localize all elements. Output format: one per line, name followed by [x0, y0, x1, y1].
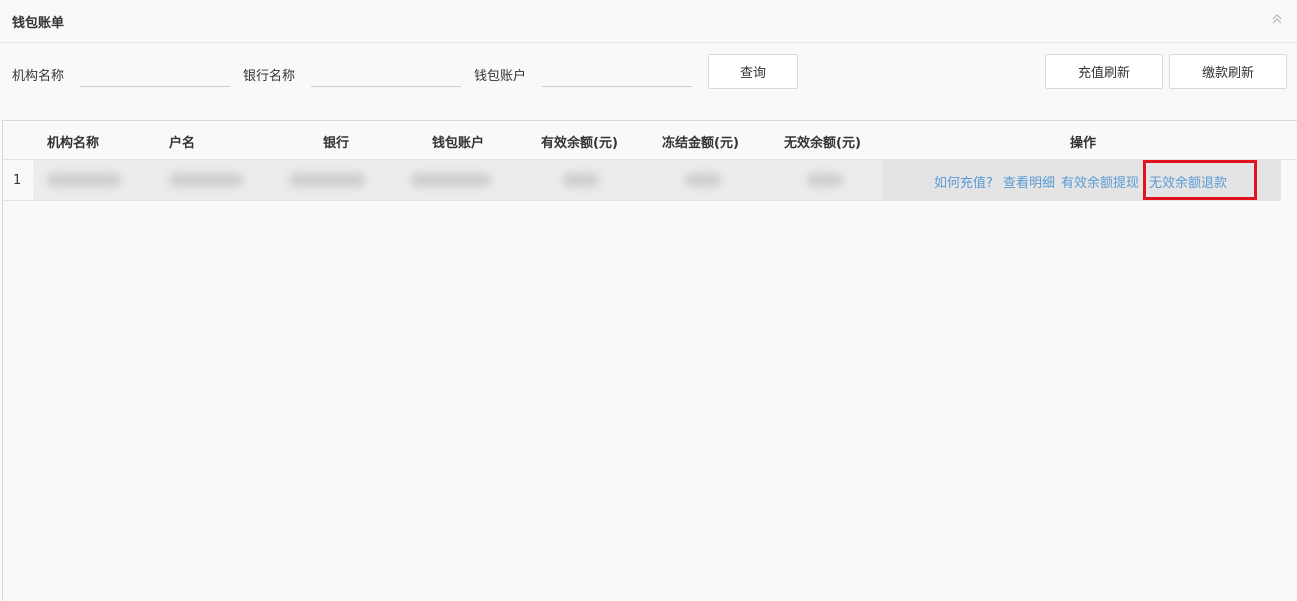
blurred-valid-balance — [563, 173, 599, 187]
blurred-frozen-amount — [685, 173, 721, 187]
how-to-recharge-link[interactable]: 如何充值? — [934, 172, 993, 191]
col-valid-balance[interactable]: 有效余额(元) — [541, 132, 618, 151]
blurred-account-name — [169, 173, 243, 187]
blurred-bank — [289, 173, 365, 187]
bank-name-input[interactable] — [311, 60, 461, 87]
query-button[interactable]: 查询 — [708, 54, 798, 89]
valid-balance-withdraw-link[interactable]: 有效余额提现 — [1061, 172, 1139, 191]
col-wallet-account[interactable]: 钱包账户 — [432, 132, 484, 151]
row-cells — [33, 160, 883, 200]
payment-refresh-button[interactable]: 缴款刷新 — [1169, 54, 1287, 89]
wallet-bill-table: 机构名称 户名 银行 钱包账户 有效余额(元) 冻结金额(元) 无效余额(元) … — [2, 120, 1297, 601]
blurred-invalid-balance — [807, 173, 843, 187]
table-header: 机构名称 户名 银行 钱包账户 有效余额(元) 冻结金额(元) 无效余额(元) … — [3, 121, 1296, 160]
col-invalid-balance[interactable]: 无效余额(元) — [784, 132, 861, 151]
blurred-org-name — [47, 173, 121, 187]
table-row[interactable]: 1 如何充值? 查看明细 有效余额提现 无效余额退款 — [3, 160, 1281, 201]
wallet-account-input[interactable] — [542, 60, 692, 87]
col-account-name[interactable]: 户名 — [169, 132, 195, 151]
col-org-name[interactable]: 机构名称 — [47, 132, 99, 151]
double-chevron-up-icon[interactable] — [1271, 12, 1283, 26]
row-index: 1 — [13, 173, 22, 188]
recharge-refresh-button[interactable]: 充值刷新 — [1045, 54, 1163, 89]
org-name-label: 机构名称 — [12, 69, 65, 84]
bank-name-label: 银行名称 — [243, 69, 296, 84]
panel-title: 钱包账单 — [12, 16, 65, 31]
blurred-wallet-account — [411, 173, 491, 187]
col-operations: 操作 — [1070, 136, 1097, 151]
wallet-account-label: 钱包账户 — [474, 69, 527, 84]
panel-header: 钱包账单 — [0, 0, 1297, 43]
highlight-box — [1143, 160, 1257, 200]
col-frozen-amount[interactable]: 冻结金额(元) — [662, 132, 739, 151]
org-name-input[interactable] — [80, 60, 230, 87]
col-bank[interactable]: 银行 — [323, 132, 349, 151]
view-details-link[interactable]: 查看明细 — [1003, 172, 1055, 191]
